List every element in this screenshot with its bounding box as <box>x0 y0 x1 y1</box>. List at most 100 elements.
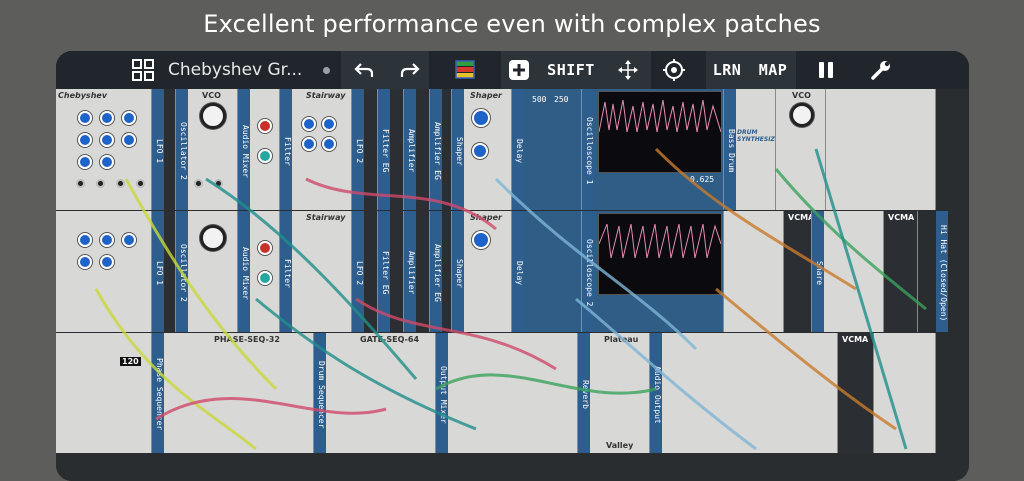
jack[interactable] <box>136 179 145 188</box>
redo-icon[interactable] <box>393 51 427 89</box>
wrench-icon[interactable] <box>866 51 896 89</box>
module-label-lfo2: LFO 2 <box>352 89 364 210</box>
chebyshev-module[interactable]: Chebyshev <box>56 89 152 210</box>
jack[interactable] <box>116 179 125 188</box>
mixer-module[interactable] <box>250 211 280 332</box>
map-label: MAP <box>758 61 788 79</box>
blank-panel <box>364 89 378 210</box>
shift-button[interactable]: SHIFT <box>541 51 601 89</box>
utility-module[interactable] <box>824 211 884 332</box>
utility-modules[interactable] <box>826 89 936 210</box>
shaper-module[interactable]: Shaper <box>464 89 512 210</box>
gain-knob[interactable] <box>472 143 488 159</box>
map-button[interactable]: MAP <box>754 51 792 89</box>
knob[interactable] <box>78 155 92 169</box>
gate-seq-64-module[interactable]: GATE-SEQ-64 <box>326 333 436 453</box>
module-rack[interactable]: Chebyshev LFO 1 Oscillator 2 VCO Audio M… <box>56 89 969 481</box>
chebyshev-module[interactable] <box>56 211 152 332</box>
knob[interactable] <box>100 255 114 269</box>
knob[interactable] <box>122 133 136 147</box>
knob[interactable] <box>122 233 136 247</box>
shaper-module[interactable]: Shaper <box>464 211 512 332</box>
blank-panel <box>390 89 404 210</box>
vcma-module[interactable]: VCMA <box>884 211 918 332</box>
knob[interactable] <box>78 233 92 247</box>
module-label-snare: Snare <box>812 211 824 332</box>
knob[interactable] <box>258 119 272 133</box>
target-icon[interactable] <box>657 51 691 89</box>
frequency-knob[interactable] <box>790 103 814 127</box>
smooth-knob[interactable] <box>472 231 490 249</box>
jack[interactable] <box>96 179 105 188</box>
knob[interactable] <box>100 111 114 125</box>
library-icon[interactable] <box>448 51 482 89</box>
utility-module[interactable] <box>724 211 784 332</box>
knob[interactable] <box>122 111 136 125</box>
smooth-knob[interactable] <box>472 109 490 127</box>
headline: Excellent performance even with complex … <box>203 10 821 38</box>
phase-seq-32-module[interactable]: PHASE-SEQ-32 <box>164 333 314 453</box>
frequency-knob[interactable] <box>200 103 226 129</box>
frequency-knob[interactable] <box>200 225 226 251</box>
knob[interactable] <box>322 117 336 131</box>
module-label-osc2: Oscillator 2 <box>176 89 188 210</box>
knob[interactable] <box>258 271 272 285</box>
knob[interactable] <box>322 137 336 151</box>
stairway-name: Stairway <box>306 91 346 100</box>
patch-title[interactable]: Chebyshev Gr... <box>168 51 302 89</box>
app-window: Chebyshev Gr... SHIFT LRN MAP Chebyshev … <box>56 51 969 481</box>
module-label-shaper: Shaper <box>452 89 464 210</box>
vco-name: VCO <box>202 91 221 100</box>
drum-synth-panel[interactable]: DRUM SYNTHESIZER <box>736 89 776 210</box>
scope-readout: 500 <box>532 95 547 104</box>
valley-name: Valley <box>606 441 634 450</box>
delay-module[interactable] <box>524 211 582 332</box>
output-mixer-module[interactable] <box>448 333 578 453</box>
jack[interactable] <box>194 179 203 188</box>
shaper-name: Shaper <box>470 91 502 100</box>
plateau-module[interactable]: Plateau Valley <box>590 333 650 453</box>
oscilloscope-1-module[interactable]: 0.625 <box>594 89 724 210</box>
blank-panel <box>442 211 452 332</box>
module-label-phase-seq: Phase Sequencer <box>152 333 164 453</box>
grid-icon[interactable] <box>128 51 158 89</box>
knob[interactable] <box>78 111 92 125</box>
knob[interactable] <box>78 255 92 269</box>
pause-icon[interactable] <box>811 51 841 89</box>
delay-module[interactable]: 500 250 <box>524 89 582 210</box>
vco-module[interactable] <box>188 211 238 332</box>
stairway-module[interactable]: Stairway <box>292 211 352 332</box>
module-label-amplifier: Amplifier <box>404 89 416 210</box>
module-label-shaper: Shaper <box>452 211 464 332</box>
jack[interactable] <box>76 179 85 188</box>
knob[interactable] <box>258 241 272 255</box>
knob[interactable] <box>100 133 114 147</box>
mixer-module[interactable] <box>250 89 280 210</box>
knob[interactable] <box>78 133 92 147</box>
knob[interactable] <box>302 137 316 151</box>
vco-name: VCO <box>792 91 811 100</box>
module-label-mixer: Audio Mixer <box>238 89 250 210</box>
vcma-module[interactable]: VCMA <box>838 333 874 453</box>
vco-module[interactable]: VCO <box>776 89 826 210</box>
undo-icon[interactable] <box>347 51 381 89</box>
oscilloscope-2-module[interactable] <box>594 211 724 332</box>
blank-panel <box>164 89 176 210</box>
learn-button[interactable]: LRN <box>708 51 746 89</box>
add-icon[interactable] <box>504 51 534 89</box>
knob[interactable] <box>100 155 114 169</box>
knob[interactable] <box>302 117 316 131</box>
module-label-output-mixer: Output Mixer <box>436 333 448 453</box>
module-label-reverb: Reverb <box>578 333 590 453</box>
module-label-amp-eg: Amplifier EG <box>430 211 442 332</box>
move-icon[interactable] <box>612 51 644 89</box>
utility-modules[interactable] <box>662 333 838 453</box>
module-label-delay: Delay <box>512 89 524 210</box>
vcma-module[interactable]: VCMA <box>784 211 812 332</box>
jack[interactable] <box>214 179 223 188</box>
knob[interactable] <box>100 233 114 247</box>
phase-seq-left-module[interactable]: 120 <box>56 333 152 453</box>
stairway-module[interactable]: Stairway <box>292 89 352 210</box>
vco-module[interactable]: VCO <box>188 89 238 210</box>
knob[interactable] <box>258 149 272 163</box>
